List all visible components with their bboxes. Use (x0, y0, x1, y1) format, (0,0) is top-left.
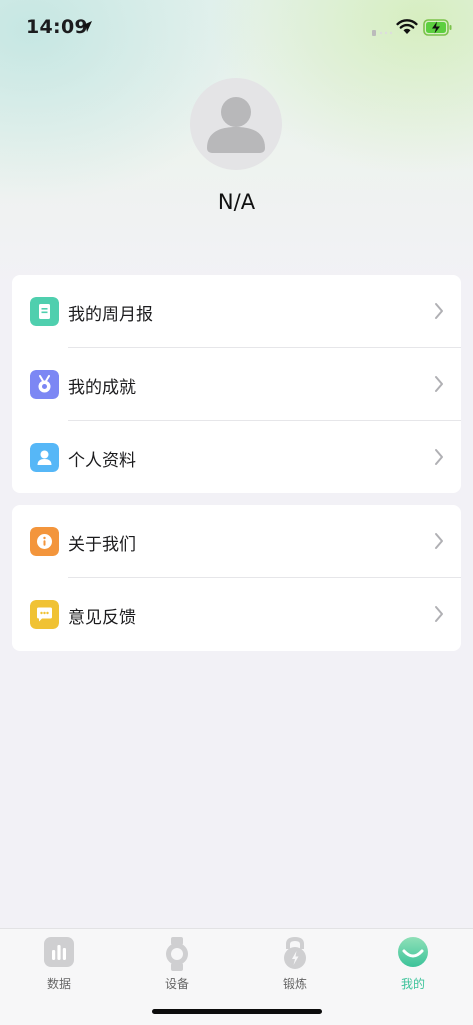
tab-workout[interactable]: 锻炼 (236, 935, 354, 995)
battery-charging-icon (423, 19, 452, 36)
menu-item-feedback[interactable]: 意见反馈 (12, 578, 461, 651)
menu-card-secondary: 关于我们 意见反馈 (12, 505, 461, 651)
menu-item-weekly-monthly-report[interactable]: 我的周月报 (12, 275, 461, 348)
person-icon (207, 97, 265, 153)
kettlebell-icon (284, 937, 306, 969)
menu-item-label: 意见反馈 (68, 608, 136, 628)
menu-item-personal-info[interactable]: 个人资料 (12, 421, 461, 494)
chevron-right-icon (435, 376, 443, 392)
menu-item-label: 关于我们 (68, 535, 136, 555)
user-icon (30, 443, 59, 472)
menu-item-label: 我的成就 (68, 378, 136, 398)
status-bar: 14:09 (0, 0, 473, 56)
menu-card-primary: 我的周月报 我的成就 个人资料 (12, 275, 461, 493)
chevron-right-icon (435, 533, 443, 549)
menu-item-label: 个人资料 (68, 451, 136, 471)
tab-label: 设备 (164, 977, 189, 991)
location-arrow-icon (81, 21, 92, 32)
tab-label: 数据 (46, 977, 71, 991)
chevron-right-icon (435, 303, 443, 319)
status-time: 14:09 (26, 16, 88, 38)
user-name[interactable]: N/A (0, 190, 473, 214)
home-indicator[interactable] (152, 1009, 322, 1014)
signal-dots-icon (372, 30, 393, 36)
menu-item-label: 我的周月报 (68, 305, 153, 325)
tab-mine[interactable]: 我的 (354, 935, 472, 995)
medal-icon (30, 370, 59, 399)
menu-item-achievements[interactable]: 我的成就 (12, 348, 461, 421)
feedback-icon (30, 600, 59, 629)
tab-label: 锻炼 (282, 977, 307, 991)
info-icon (30, 527, 59, 556)
smile-icon (398, 937, 428, 967)
tab-device[interactable]: 设备 (118, 935, 236, 995)
tab-label: 我的 (400, 977, 425, 991)
chevron-right-icon (435, 606, 443, 622)
watch-icon (166, 937, 188, 971)
avatar[interactable] (190, 78, 282, 170)
wifi-icon (396, 19, 418, 34)
chevron-right-icon (435, 449, 443, 465)
report-icon (30, 297, 59, 326)
tab-data[interactable]: 数据 (0, 935, 118, 995)
menu-item-about-us[interactable]: 关于我们 (12, 505, 461, 578)
bar-chart-icon (44, 937, 74, 967)
